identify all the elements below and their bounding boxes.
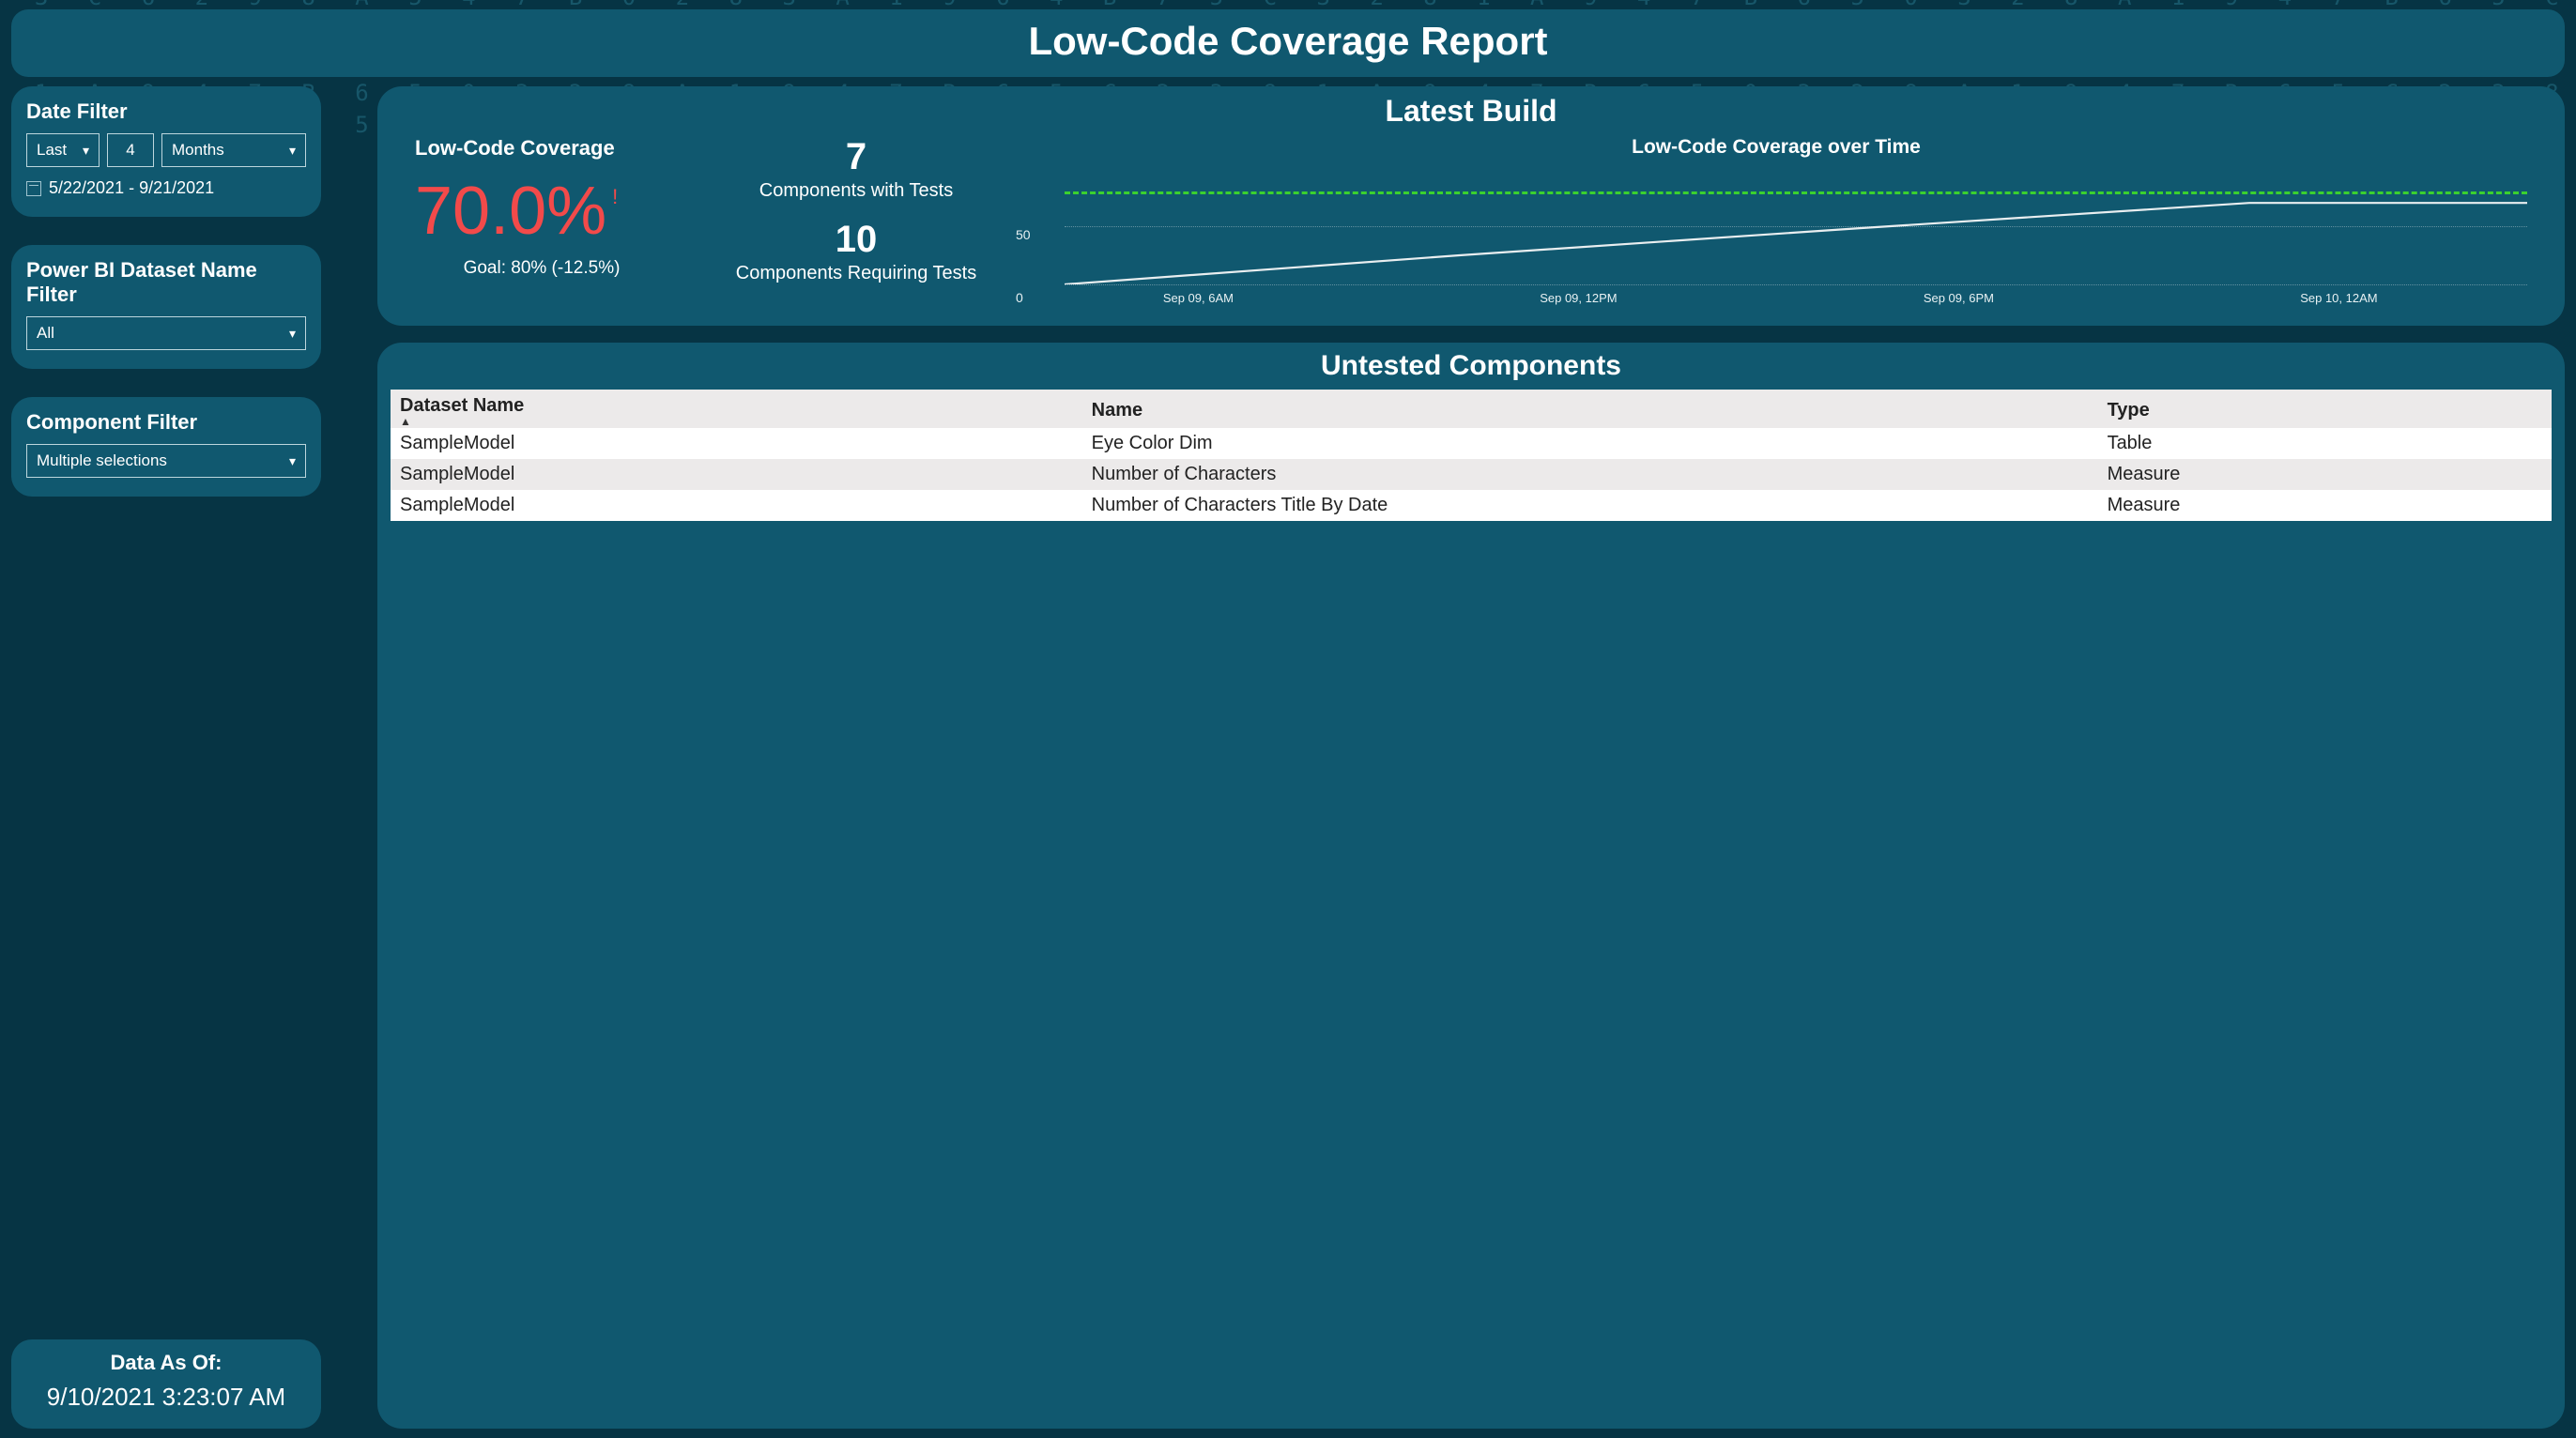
component-filter-select[interactable]: Multiple selections ▾ [26, 444, 306, 478]
date-filter-card: Date Filter Last ▾ 4 Months ▾ [11, 86, 321, 217]
col-type[interactable]: Type [2098, 390, 2552, 428]
col-dataset-name-label: Dataset Name [400, 395, 524, 416]
x-tick-0: Sep 09, 6AM [1163, 291, 1234, 305]
date-relative-value: Last [37, 141, 67, 160]
y-tick-0: 0 [1016, 290, 1023, 305]
component-filter-value: Multiple selections [37, 451, 167, 470]
cell-type: Measure [2098, 459, 2552, 490]
y-tick-50: 50 [1016, 227, 1031, 242]
col-name[interactable]: Name [1082, 390, 2098, 428]
data-as-of-card: Data As Of: 9/10/2021 3:23:07 AM [11, 1339, 321, 1429]
x-tick-3: Sep 10, 12AM [2300, 291, 2377, 305]
dataset-filter-value: All [37, 324, 54, 343]
coverage-label: Low-Code Coverage [415, 136, 697, 161]
sort-asc-icon: ▲ [400, 417, 1073, 426]
col-type-label: Type [2108, 400, 2150, 421]
table-row[interactable]: SampleModel Number of Characters Measure [391, 459, 2552, 490]
components-requiring-label: Components Requiring Tests [706, 263, 1006, 284]
cell-dataset: SampleModel [391, 490, 1082, 521]
report-title: Low-Code Coverage Report [11, 19, 2565, 64]
gridline-0 [1065, 284, 2527, 285]
components-with-tests-value: 7 [706, 136, 1006, 178]
report-title-bar: Low-Code Coverage Report [11, 9, 2565, 77]
cell-type: Table [2098, 428, 2552, 459]
dataset-filter-card: Power BI Dataset Name Filter All ▾ [11, 245, 321, 369]
coverage-line-series [1065, 168, 2527, 284]
cell-dataset: SampleModel [391, 428, 1082, 459]
x-tick-2: Sep 09, 6PM [1924, 291, 1994, 305]
cell-type: Measure [2098, 490, 2552, 521]
chevron-down-icon: ▾ [289, 453, 296, 469]
cell-name: Eye Color Dim [1082, 428, 2098, 459]
coverage-goal: Goal: 80% (-12.5%) [415, 258, 668, 279]
kpi-block: 7 Components with Tests 10 Components Re… [706, 136, 1006, 301]
date-count-value: 4 [126, 141, 134, 160]
col-name-label: Name [1092, 400, 1142, 421]
date-relative-select[interactable]: Last ▾ [26, 133, 100, 167]
coverage-chart-title: Low-Code Coverage over Time [1016, 136, 2537, 159]
x-tick-1: Sep 09, 12PM [1540, 291, 1617, 305]
chevron-down-icon: ▾ [289, 143, 296, 159]
components-with-tests-label: Components with Tests [706, 180, 1006, 202]
date-count-input[interactable]: 4 [107, 133, 154, 167]
table-row[interactable]: SampleModel Number of Characters Title B… [391, 490, 2552, 521]
cell-dataset: SampleModel [391, 459, 1082, 490]
coverage-block: Low-Code Coverage 70.0% ! Goal: 80% (-12… [415, 136, 697, 279]
date-filter-title: Date Filter [26, 99, 306, 124]
cell-name: Number of Characters [1082, 459, 2098, 490]
untested-table: Dataset Name ▲ Name Type [391, 390, 2552, 521]
components-requiring-value: 10 [706, 219, 1006, 261]
cell-name: Number of Characters Title By Date [1082, 490, 2098, 521]
alert-icon: ! [612, 187, 618, 207]
latest-build-panel: Latest Build Low-Code Coverage 70.0% ! G… [377, 86, 2565, 326]
data-as-of-label: Data As Of: [26, 1351, 306, 1375]
date-range-text: 5/22/2021 - 9/21/2021 [49, 178, 214, 198]
untested-components-panel: Untested Components Dataset Name ▲ Name [377, 343, 2565, 1429]
component-filter-card: Component Filter Multiple selections ▾ [11, 397, 321, 497]
untested-title: Untested Components [391, 350, 2552, 382]
dataset-filter-title: Power BI Dataset Name Filter [26, 258, 306, 307]
coverage-chart: Low-Code Coverage over Time 50 0 [1016, 136, 2537, 305]
component-filter-title: Component Filter [26, 410, 306, 435]
col-dataset-name[interactable]: Dataset Name ▲ [391, 390, 1082, 428]
dataset-filter-select[interactable]: All ▾ [26, 316, 306, 350]
latest-build-title: Latest Build [377, 92, 2565, 129]
chart-plot-area [1065, 168, 2527, 284]
date-unit-select[interactable]: Months ▾ [161, 133, 306, 167]
date-unit-value: Months [172, 141, 224, 160]
data-as-of-value: 9/10/2021 3:23:07 AM [26, 1383, 306, 1412]
coverage-value-wrap: 70.0% ! [415, 177, 697, 245]
coverage-value: 70.0% [415, 177, 606, 245]
table-row[interactable]: SampleModel Eye Color Dim Table [391, 428, 2552, 459]
calendar-icon [26, 181, 41, 196]
chevron-down-icon: ▾ [83, 143, 89, 159]
chevron-down-icon: ▾ [289, 326, 296, 342]
